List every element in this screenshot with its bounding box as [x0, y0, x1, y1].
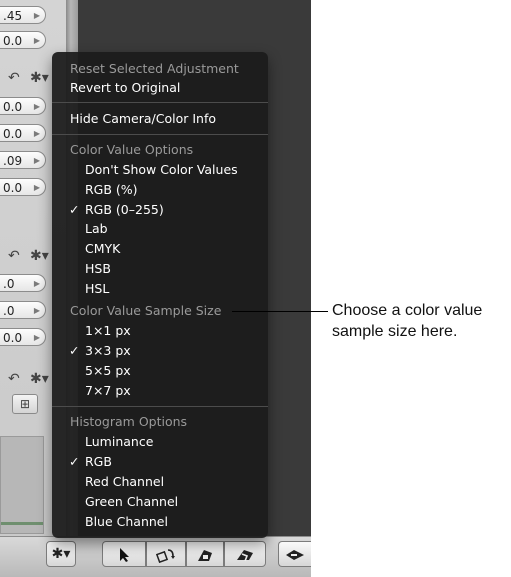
checkmark-icon: ✓ [69, 202, 80, 217]
value-text: .0 [3, 304, 15, 318]
stepper-arrow-icon[interactable]: ▶ [34, 152, 40, 170]
menu-item-label: 7×7 px [85, 383, 131, 398]
callout-text: Choose a color value sample size here. [332, 302, 483, 340]
section-header-histogram-options: Histogram Options [70, 414, 188, 429]
menu-item-rgb-0-255[interactable]: ✓ RGB (0–255) [52, 201, 268, 219]
menu-item-lab[interactable]: Lab [52, 220, 268, 238]
gear-icon[interactable]: ✱▾ [30, 372, 49, 386]
pointer-tool-button[interactable] [102, 541, 146, 567]
undo-icon[interactable]: ↶ [8, 71, 20, 85]
menu-item-reset-selected-adjustment: Reset Selected Adjustment [70, 61, 239, 76]
value-field[interactable]: 0.0 ▶ [0, 328, 46, 346]
expand-icon [286, 550, 304, 560]
value-text: 0.0 [3, 181, 23, 195]
section-header-color-value-options: Color Value Options [70, 142, 194, 157]
menu-separator [52, 102, 268, 103]
menu-separator [52, 134, 268, 135]
menu-item-3x3-px[interactable]: ✓ 3×3 px [52, 342, 268, 360]
menu-item-label: Don't Show Color Values [85, 162, 238, 177]
crop-icon [237, 550, 253, 562]
menu-item-label: Blue Channel [85, 514, 168, 529]
menu-item-1x1-px[interactable]: 1×1 px [52, 322, 268, 340]
menu-item-label: HSB [85, 261, 111, 276]
menu-item-7x7-px[interactable]: 7×7 px [52, 382, 268, 400]
value-text: 0.0 [3, 100, 23, 114]
menu-item-revert-to-original[interactable]: Revert to Original [52, 79, 268, 97]
menu-item-rgb-percent[interactable]: RGB (%) [52, 181, 268, 199]
menu-item-label: RGB [85, 454, 112, 469]
value-field[interactable]: .0 ▶ [0, 301, 46, 319]
rotate-icon [155, 549, 175, 564]
stepper-arrow-icon[interactable]: ▶ [34, 125, 40, 143]
crop-tool-button[interactable] [224, 541, 266, 567]
menu-item-label: CMYK [85, 241, 121, 256]
rotate-tool-button[interactable] [146, 541, 186, 567]
menu-item-blue-channel[interactable]: Blue Channel [52, 513, 268, 531]
menu-item-hide-camera-color-info[interactable]: Hide Camera/Color Info [52, 110, 268, 128]
menu-item-label: 3×3 px [85, 343, 131, 358]
stepper-arrow-icon[interactable]: ▶ [34, 302, 40, 320]
straighten-icon [198, 550, 212, 561]
gear-icon[interactable]: ✱▾ [30, 249, 49, 263]
value-field[interactable]: .45 ▶ [0, 6, 46, 24]
menu-item-hsb[interactable]: HSB [52, 260, 268, 278]
menu-item-cmyk[interactable]: CMYK [52, 240, 268, 258]
undo-icon[interactable]: ↶ [8, 249, 20, 263]
value-field[interactable]: 0.0 ▶ [0, 178, 46, 196]
stepper-arrow-icon[interactable]: ▶ [34, 32, 40, 50]
value-field[interactable]: 0.0 ▶ [0, 97, 46, 115]
undo-icon[interactable]: ↶ [8, 372, 20, 386]
value-text: 0.0 [3, 34, 23, 48]
stepper-arrow-icon[interactable]: ▶ [34, 329, 40, 347]
histogram-baseline [1, 522, 43, 525]
callout-leader-line [232, 311, 328, 312]
menu-item-label: HSL [85, 281, 110, 296]
menu-item-red-channel[interactable]: Red Channel [52, 473, 268, 491]
pointer-arrow-icon [120, 548, 129, 562]
stepper-arrow-icon[interactable]: ▶ [34, 179, 40, 197]
value-field[interactable]: 0.0 ▶ [0, 31, 46, 49]
stepper-arrow-icon[interactable]: ▶ [34, 98, 40, 116]
menu-separator [52, 406, 268, 407]
value-text: .0 [3, 277, 15, 291]
gear-menu-button[interactable]: ✱▾ [46, 541, 76, 567]
histogram [0, 436, 44, 534]
fit-icon: ⊞ [19, 397, 31, 411]
menu-item-label: Lab [85, 221, 108, 236]
expand-tool-button[interactable] [278, 541, 311, 567]
value-text: .45 [3, 9, 23, 23]
value-field[interactable]: 0.0 ▶ [0, 124, 46, 142]
menu-item-label: Green Channel [85, 494, 179, 509]
menu-item-rgb[interactable]: ✓ RGB [52, 453, 268, 471]
value-text: 0.0 [3, 331, 23, 345]
value-text: .09 [3, 154, 23, 168]
stepper-arrow-icon[interactable]: ▶ [34, 275, 40, 293]
menu-item-label: Red Channel [85, 474, 165, 489]
checkmark-icon: ✓ [69, 343, 80, 358]
checkmark-icon: ✓ [69, 454, 80, 469]
fit-to-view-button[interactable]: ⊞ [12, 394, 38, 414]
value-field[interactable]: .0 ▶ [0, 274, 46, 292]
menu-item-5x5-px[interactable]: 5×5 px [52, 362, 268, 380]
stepper-arrow-icon[interactable]: ▶ [34, 7, 40, 25]
options-menu: Reset Selected Adjustment Revert to Orig… [52, 52, 268, 538]
menu-item-label: RGB (0–255) [85, 202, 164, 217]
menu-item-label: RGB (%) [85, 182, 138, 197]
menu-item-label: Luminance [85, 434, 154, 449]
value-field[interactable]: .09 ▶ [0, 151, 46, 169]
menu-item-label: 5×5 px [85, 363, 131, 378]
menu-item-hsl[interactable]: HSL [52, 280, 268, 298]
menu-item-label: 1×1 px [85, 323, 131, 338]
straighten-tool-button[interactable] [186, 541, 224, 567]
menu-item-green-channel[interactable]: Green Channel [52, 493, 268, 511]
gear-icon[interactable]: ✱▾ [30, 71, 49, 85]
menu-item-dont-show-color-values[interactable]: Don't Show Color Values [52, 161, 268, 179]
menu-item-luminance[interactable]: Luminance [52, 433, 268, 451]
value-text: 0.0 [3, 127, 23, 141]
